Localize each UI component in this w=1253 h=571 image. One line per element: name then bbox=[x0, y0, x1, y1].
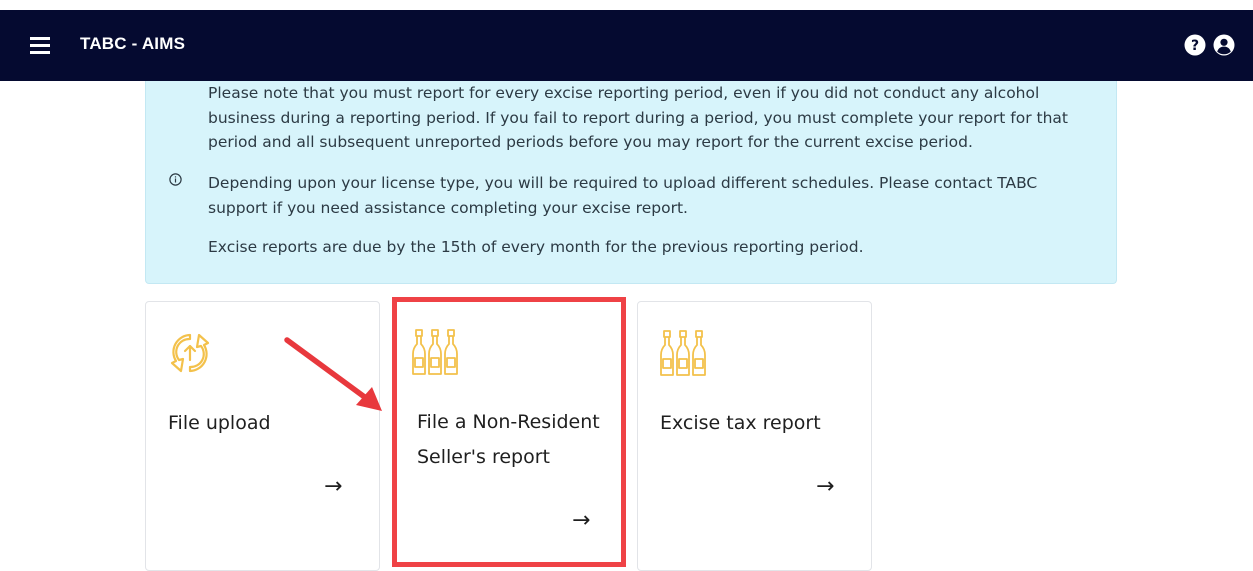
non-resident-seller-card-title: File a Non-Resident Seller's report bbox=[417, 411, 600, 468]
right-arrow-icon: → bbox=[816, 474, 835, 499]
annotation-arrow bbox=[282, 335, 387, 415]
notice-paragraph-license-schedules: Depending upon your license type, you wi… bbox=[208, 174, 1038, 217]
bottles-icon bbox=[660, 329, 706, 377]
top-gap bbox=[0, 0, 1253, 10]
notice-paragraph-reporting-periods: Please note that you must report for eve… bbox=[208, 84, 1069, 151]
info-circle-icon bbox=[169, 169, 182, 186]
right-arrow-icon: → bbox=[324, 474, 343, 499]
question-circle-icon[interactable]: ? bbox=[1184, 34, 1206, 56]
sync-arrows-icon bbox=[168, 329, 212, 377]
right-arrow-icon: → bbox=[572, 508, 591, 533]
user-circle-icon[interactable] bbox=[1213, 34, 1235, 56]
hamburger-menu-icon[interactable] bbox=[30, 35, 52, 55]
svg-text:?: ? bbox=[1191, 38, 1199, 54]
notice-paragraph-due-date: Excise reports are due by the 15th of ev… bbox=[208, 238, 864, 256]
excise-tax-report-card[interactable]: Excise tax report → bbox=[637, 301, 872, 571]
app-title: TABC - AIMS bbox=[80, 34, 186, 53]
non-resident-seller-report-card[interactable]: File a Non-Resident Seller's report → bbox=[392, 297, 626, 567]
top-navigation-bar: TABC - AIMS ? bbox=[0, 10, 1253, 81]
bottles-icon bbox=[412, 328, 458, 376]
excise-tax-card-title: Excise tax report bbox=[660, 412, 821, 434]
excise-notice-alert: Please note that you must report for eve… bbox=[145, 81, 1117, 284]
